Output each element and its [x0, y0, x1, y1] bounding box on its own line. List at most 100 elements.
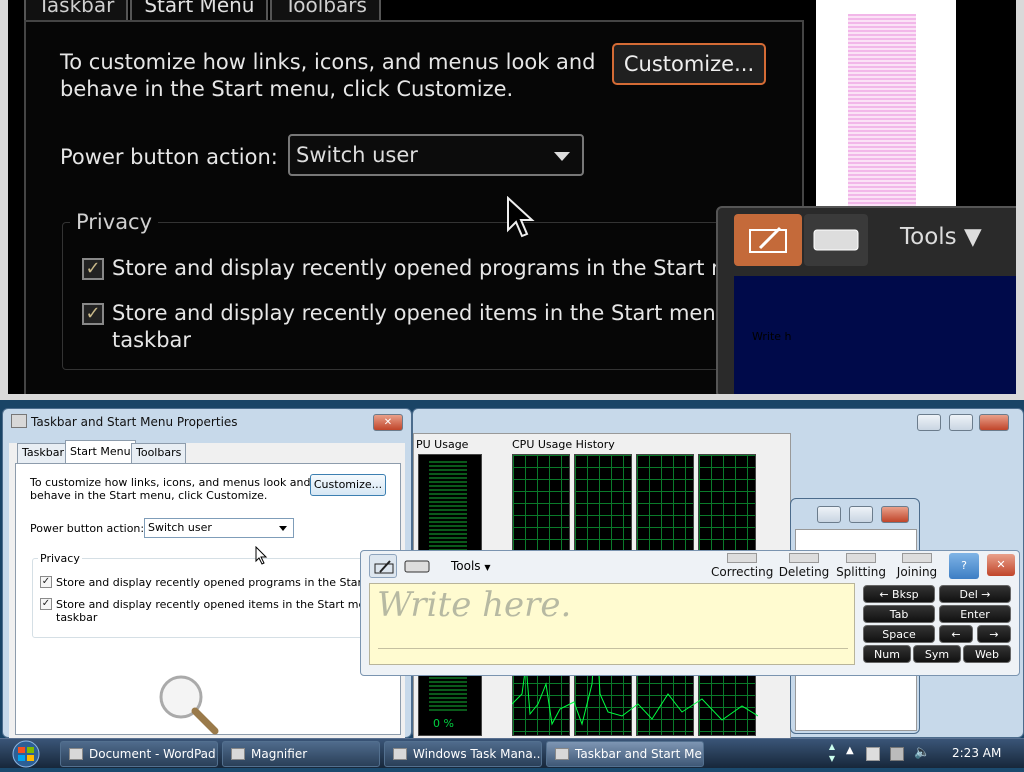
action-center-icon[interactable] — [866, 747, 880, 761]
close-button[interactable] — [979, 414, 1009, 431]
magnified-checkbox-items-label-2: taskbar — [112, 328, 192, 352]
help-icon[interactable]: ? — [949, 553, 979, 579]
gesture-correcting-label: Correcting — [711, 565, 774, 579]
magnified-customize-button[interactable]: Customize... — [612, 43, 766, 85]
taskbar-properties-window: Taskbar and Start Menu Properties ✕ Task… — [2, 408, 412, 738]
key-left[interactable]: ← — [939, 625, 973, 643]
close-icon[interactable]: ✕ — [987, 554, 1015, 576]
window-icon — [11, 414, 27, 428]
key-enter[interactable]: Enter — [939, 605, 1011, 623]
properties-icon — [555, 748, 569, 760]
gesture-deleting[interactable]: Deleting — [775, 553, 833, 579]
writing-placeholder: Write here. — [377, 585, 572, 625]
maximize-button[interactable] — [849, 506, 873, 523]
pen-icon — [749, 226, 787, 253]
volume-icon[interactable]: 🔈 — [914, 745, 930, 760]
tab-taskbar[interactable]: Taskbar — [17, 443, 69, 463]
recent-items-label: Store and display recently opened items … — [56, 598, 412, 611]
power-button-select[interactable]: Switch user — [144, 518, 294, 538]
customize-button[interactable]: Customize... — [310, 474, 386, 496]
minimize-button[interactable] — [917, 414, 941, 431]
key-right[interactable]: → — [977, 625, 1011, 643]
magnified-tab-strip: Taskbar Start Menu Toolbars — [24, 0, 383, 22]
network-icon[interactable] — [890, 747, 904, 761]
chevron-down-icon — [554, 152, 570, 161]
taskbar-item-magnifier[interactable]: Magnifier — [222, 741, 380, 767]
magnified-frame: Taskbar Start Menu Toolbars To customize… — [8, 0, 1016, 394]
recent-items-label-2: taskbar — [56, 611, 98, 624]
magnified-privacy-label: Privacy — [70, 210, 159, 234]
magnified-tools-menu[interactable]: Tools ▼ — [900, 224, 982, 250]
taskbar-item-magnifier-label: Magnifier — [251, 747, 308, 761]
power-button-value: Switch user — [148, 521, 212, 534]
start-button[interactable] — [4, 739, 48, 769]
magnified-checkbox-programs[interactable]: ✓ — [82, 258, 104, 280]
magnified-checkbox-programs-label: Store and display recently opened progra… — [112, 256, 772, 280]
key-web[interactable]: Web — [963, 645, 1011, 663]
tools-menu[interactable]: Tools ▼ — [451, 559, 491, 573]
key-num[interactable]: Num — [863, 645, 911, 663]
taskbar-item-task-manager-label: Windows Task Mana... — [413, 747, 542, 761]
magnified-tab-toolbars[interactable]: Toolbars — [270, 0, 381, 22]
magnified-tools-label: Tools — [900, 224, 957, 250]
clock[interactable]: 2:23 AM — [952, 746, 1001, 760]
tab-start-menu[interactable]: Start Menu — [65, 440, 136, 464]
arrow-left-icon: ← — [879, 588, 889, 601]
gesture-correcting[interactable]: Correcting — [711, 553, 773, 579]
cpu-percent: 0 % — [433, 717, 454, 730]
show-hidden-icons-icon[interactable]: ▲ — [846, 745, 854, 756]
magnified-checkbox-items-label: Store and display recently opened items … — [112, 301, 791, 325]
magnified-write-placeholder: Write h — [752, 330, 792, 343]
magnified-pen-button[interactable] — [734, 214, 802, 266]
minimize-button[interactable] — [817, 506, 841, 523]
magnified-tab-taskbar[interactable]: Taskbar — [24, 0, 129, 22]
customize-text-2: behave in the Start menu, click Customiz… — [30, 489, 268, 502]
wordpad-icon — [69, 748, 83, 760]
cpu-history-label: CPU Usage History — [512, 438, 615, 451]
desktop: PU Usage CPU Usage History 0 % Taskbar a… — [0, 400, 1024, 738]
taskbar: Document - WordPad Magnifier Windows Tas… — [0, 738, 1024, 768]
magnified-input-panel: Tools ▼ — [716, 206, 1016, 394]
key-space[interactable]: Space — [863, 625, 935, 643]
keyboard-mode-button[interactable] — [401, 554, 433, 578]
chevron-down-icon — [279, 526, 287, 531]
gesture-splitting[interactable]: Splitting — [835, 553, 887, 579]
cpu-usage-label: PU Usage — [416, 438, 469, 451]
magnified-power-select[interactable]: Switch user — [288, 134, 584, 176]
keyboard-icon — [404, 560, 430, 573]
magnified-power-label: Power button action: — [60, 145, 278, 169]
power-button-label: Power button action: — [30, 522, 145, 535]
pen-mode-button[interactable] — [369, 554, 397, 578]
taskbar-item-task-manager[interactable]: Windows Task Mana... — [384, 741, 542, 767]
magnified-customize-text-2: behave in the Start menu, click Customiz… — [60, 77, 514, 101]
gesture-joining[interactable]: Joining — [891, 553, 943, 579]
magnifier-lens-icon[interactable] — [153, 671, 223, 738]
key-sym[interactable]: Sym — [913, 645, 961, 663]
arrow-right-icon: → — [981, 588, 991, 601]
chevron-down-icon: ▼ — [484, 563, 491, 572]
key-tab[interactable]: Tab — [863, 605, 935, 623]
magnified-background-window — [816, 0, 956, 208]
gesture-deleting-label: Deleting — [778, 565, 830, 579]
taskbar-item-wordpad[interactable]: Document - WordPad — [60, 741, 218, 767]
windows-logo-icon — [12, 740, 40, 768]
magnified-tab-start-menu[interactable]: Start Menu — [130, 0, 269, 22]
tab-toolbars[interactable]: Toolbars — [131, 443, 187, 463]
key-delete[interactable]: Del → — [939, 585, 1011, 603]
magnified-power-value: Switch user — [296, 143, 418, 167]
magnified-checkbox-items[interactable]: ✓ — [82, 303, 104, 325]
key-backspace[interactable]: ← Bksp — [863, 585, 935, 603]
magnifier-icon — [231, 748, 245, 760]
taskbar-item-properties[interactable]: Taskbar and Start Me... — [546, 741, 704, 767]
magnified-keyboard-button[interactable] — [804, 214, 868, 266]
key-delete-label: Del — [959, 588, 978, 601]
taskbar-item-properties-label: Taskbar and Start Me... — [575, 747, 704, 761]
chevron-down-icon: ▼ — [963, 224, 982, 250]
close-button[interactable] — [881, 506, 909, 523]
recent-programs-checkbox[interactable]: ✓ — [40, 576, 52, 588]
maximize-button[interactable] — [949, 414, 973, 431]
close-button[interactable]: ✕ — [373, 414, 403, 431]
mouse-pointer-icon — [507, 196, 535, 238]
recent-items-checkbox[interactable]: ✓ — [40, 598, 52, 610]
taskbar-scroll[interactable]: ▲ ▼ — [826, 741, 838, 767]
